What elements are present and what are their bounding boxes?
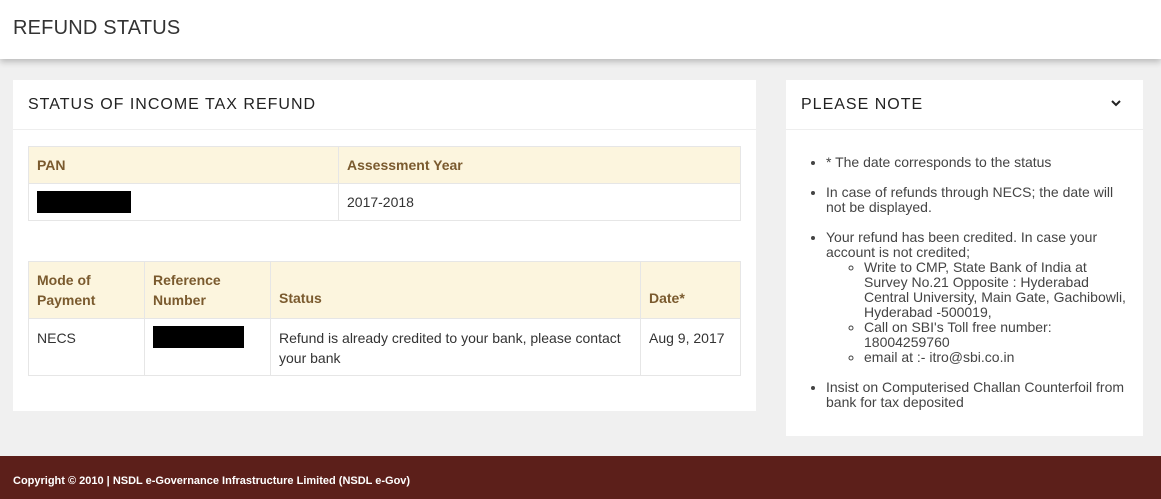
date-column-header: Date* bbox=[640, 261, 741, 319]
chevron-down-icon[interactable] bbox=[1109, 96, 1123, 110]
table-row: NECS Refund is already credited to your … bbox=[28, 318, 741, 376]
refund-card-title: STATUS OF INCOME TAX REFUND bbox=[28, 96, 317, 113]
redacted-pan bbox=[37, 191, 131, 213]
please-note-card: PLEASE NOTE * The date corresponds to th… bbox=[786, 80, 1143, 436]
top-header: REFUND STATUS bbox=[0, 0, 1161, 59]
date-cell: Aug 9, 2017 bbox=[640, 318, 741, 376]
list-item: * The date corresponds to the status bbox=[826, 155, 1126, 170]
note-card-header[interactable]: PLEASE NOTE bbox=[786, 80, 1143, 130]
note-card-title: PLEASE NOTE bbox=[801, 96, 924, 113]
copyright-text: Copyright © 2010 | NSDL e-Governance Inf… bbox=[13, 475, 411, 487]
table-header-row: PAN Assessment Year bbox=[28, 146, 741, 184]
list-item-text: Your refund has been credited. In case y… bbox=[826, 229, 1098, 260]
sub-list-item: Write to CMP, State Bank of India at Sur… bbox=[864, 260, 1126, 320]
assessment-year-cell: 2017-2018 bbox=[338, 183, 741, 221]
mode-column-header: Mode of Payment bbox=[28, 261, 145, 319]
pan-column-header: PAN bbox=[28, 146, 339, 184]
redacted-reference-number bbox=[153, 326, 244, 349]
note-list: * The date corresponds to the status In … bbox=[826, 155, 1126, 425]
reference-cell bbox=[144, 318, 271, 376]
table-row: 2017-2018 bbox=[28, 183, 741, 221]
list-item: In case of refunds through NECS; the dat… bbox=[826, 185, 1126, 215]
refund-status-table: Mode of Payment Reference Number Status … bbox=[28, 261, 741, 376]
pan-cell bbox=[28, 183, 339, 221]
reference-column-header: Reference Number bbox=[144, 261, 271, 319]
pan-table: PAN Assessment Year 2017-2018 bbox=[28, 146, 741, 221]
footer: Copyright © 2010 | NSDL e-Governance Inf… bbox=[0, 456, 1161, 499]
refund-card-header: STATUS OF INCOME TAX REFUND bbox=[13, 80, 756, 130]
status-cell: Refund is already credited to your bank,… bbox=[270, 318, 641, 376]
assessment-year-column-header: Assessment Year bbox=[338, 146, 741, 184]
page-title: REFUND STATUS bbox=[13, 17, 181, 39]
status-column-header: Status bbox=[270, 261, 641, 319]
sub-list-item: Call on SBI's Toll free number: 18004259… bbox=[864, 320, 1126, 350]
sub-list: Write to CMP, State Bank of India at Sur… bbox=[864, 260, 1126, 365]
refund-status-card: STATUS OF INCOME TAX REFUND PAN Assessme… bbox=[13, 80, 756, 411]
mode-cell: NECS bbox=[28, 318, 145, 376]
table-header-row: Mode of Payment Reference Number Status … bbox=[28, 261, 741, 319]
list-item: Your refund has been credited. In case y… bbox=[826, 230, 1126, 365]
sub-list-item: email at :- itro@sbi.co.in bbox=[864, 350, 1126, 365]
list-item: Insist on Computerised Challan Counterfo… bbox=[826, 380, 1126, 410]
